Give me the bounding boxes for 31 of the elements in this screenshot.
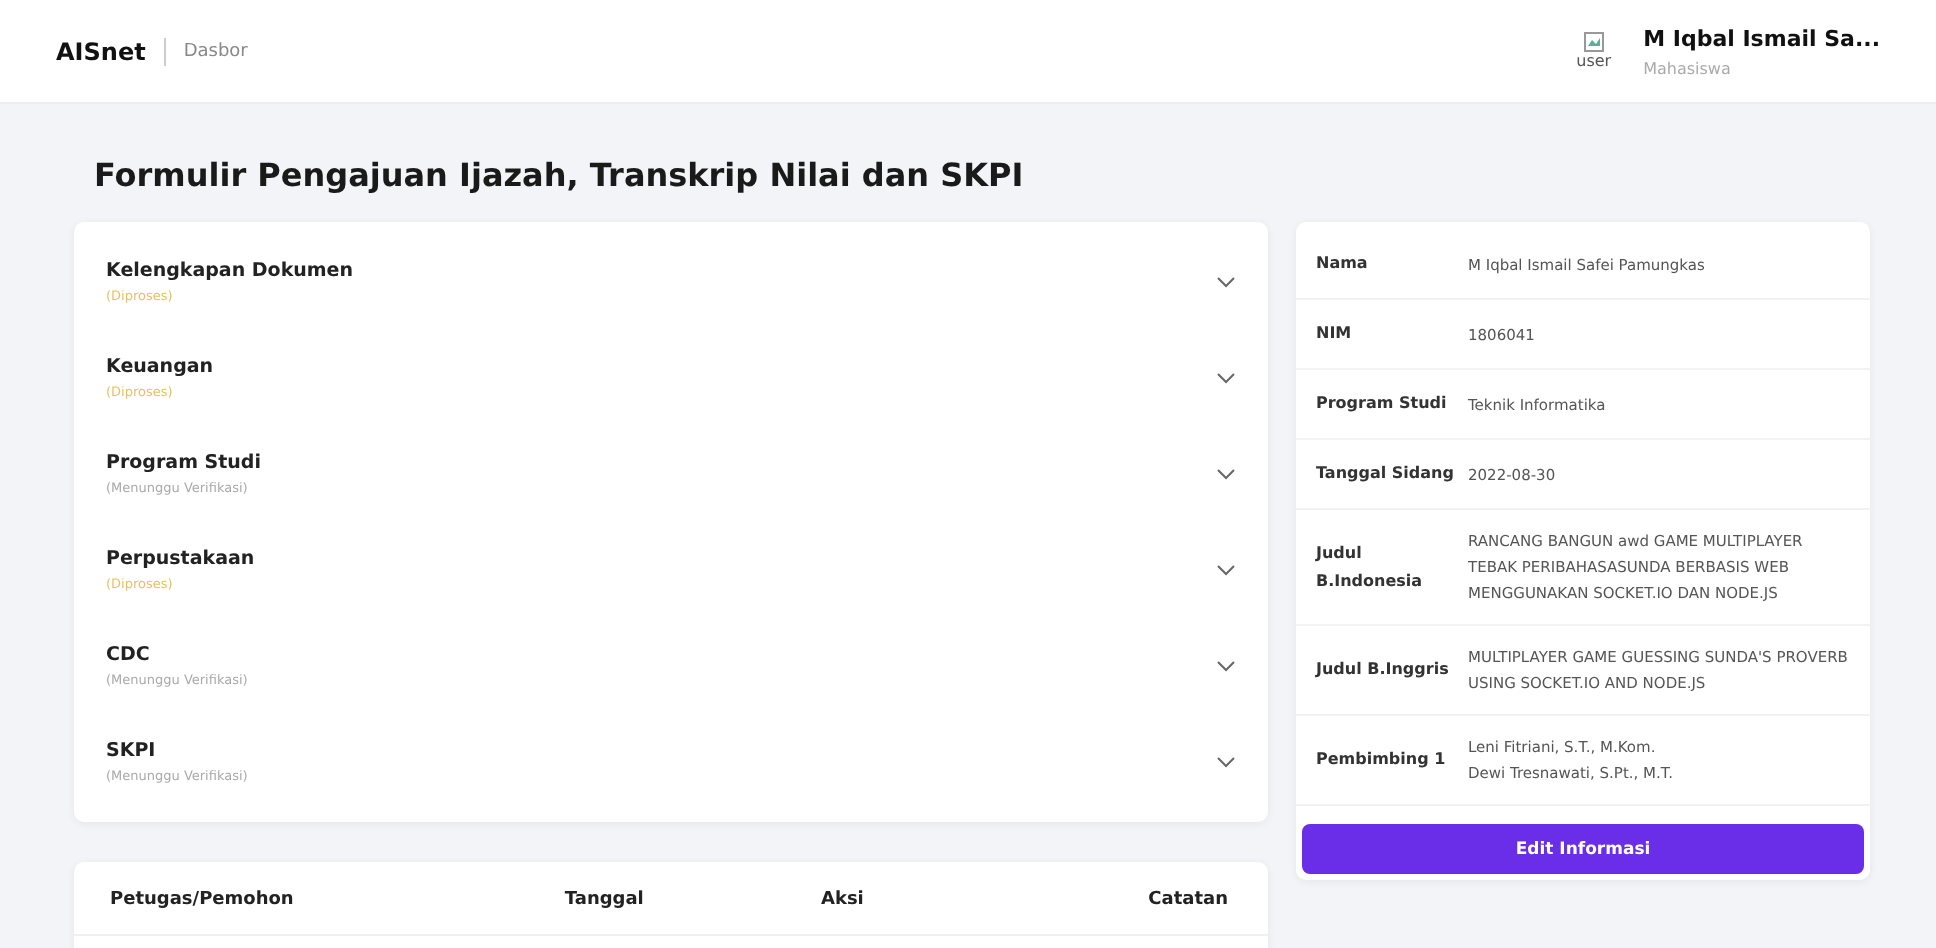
section-title: Perpustakaan bbox=[106, 548, 257, 570]
page-title: Formulir Pengajuan Ijazah, Transkrip Nilai dan SKPI bbox=[94, 156, 1026, 194]
field-label: Pembimbing 1 bbox=[1316, 748, 1448, 772]
field-label: Judul B.Inggris bbox=[1316, 658, 1451, 682]
avatar-alt-text: user bbox=[1576, 52, 1612, 70]
section-title: SKPI bbox=[106, 740, 158, 762]
field-label: NIM bbox=[1316, 322, 1354, 346]
column-header: Catatan bbox=[972, 862, 1268, 935]
column-header: Aksi bbox=[785, 862, 973, 935]
chevron-down-icon[interactable] bbox=[1216, 756, 1236, 768]
chevron-down-icon[interactable] bbox=[1216, 276, 1236, 288]
field-label: Nama bbox=[1316, 252, 1370, 276]
brand-name[interactable]: AISnet bbox=[56, 37, 146, 65]
chevron-down-icon[interactable] bbox=[1216, 564, 1236, 576]
user-name[interactable]: M Iqbal Ismail Sa... bbox=[1643, 25, 1880, 51]
edit-button[interactable]: Edit Informasi bbox=[1302, 824, 1864, 874]
section-title: Kelengkapan Dokumen bbox=[106, 260, 356, 282]
field-label: Program Studi bbox=[1316, 392, 1449, 416]
user-role: Mahasiswa bbox=[1643, 59, 1733, 77]
field-label: Judul B.Indonesia bbox=[1316, 541, 1425, 593]
chevron-down-icon[interactable] bbox=[1216, 372, 1236, 384]
breadcrumb[interactable]: Dasbor bbox=[183, 41, 248, 61]
column-header: Tanggal bbox=[528, 862, 785, 935]
section-title: CDC bbox=[106, 644, 152, 666]
broken-image-icon bbox=[1583, 32, 1604, 52]
column-header: Petugas/Pemohon bbox=[74, 862, 529, 935]
section-title: Keuangan bbox=[106, 356, 216, 378]
field-label: Tanggal Sidang bbox=[1316, 462, 1456, 486]
chevron-down-icon[interactable] bbox=[1216, 660, 1236, 672]
section-title: Program Studi bbox=[106, 452, 263, 474]
chevron-down-icon[interactable] bbox=[1216, 468, 1236, 480]
